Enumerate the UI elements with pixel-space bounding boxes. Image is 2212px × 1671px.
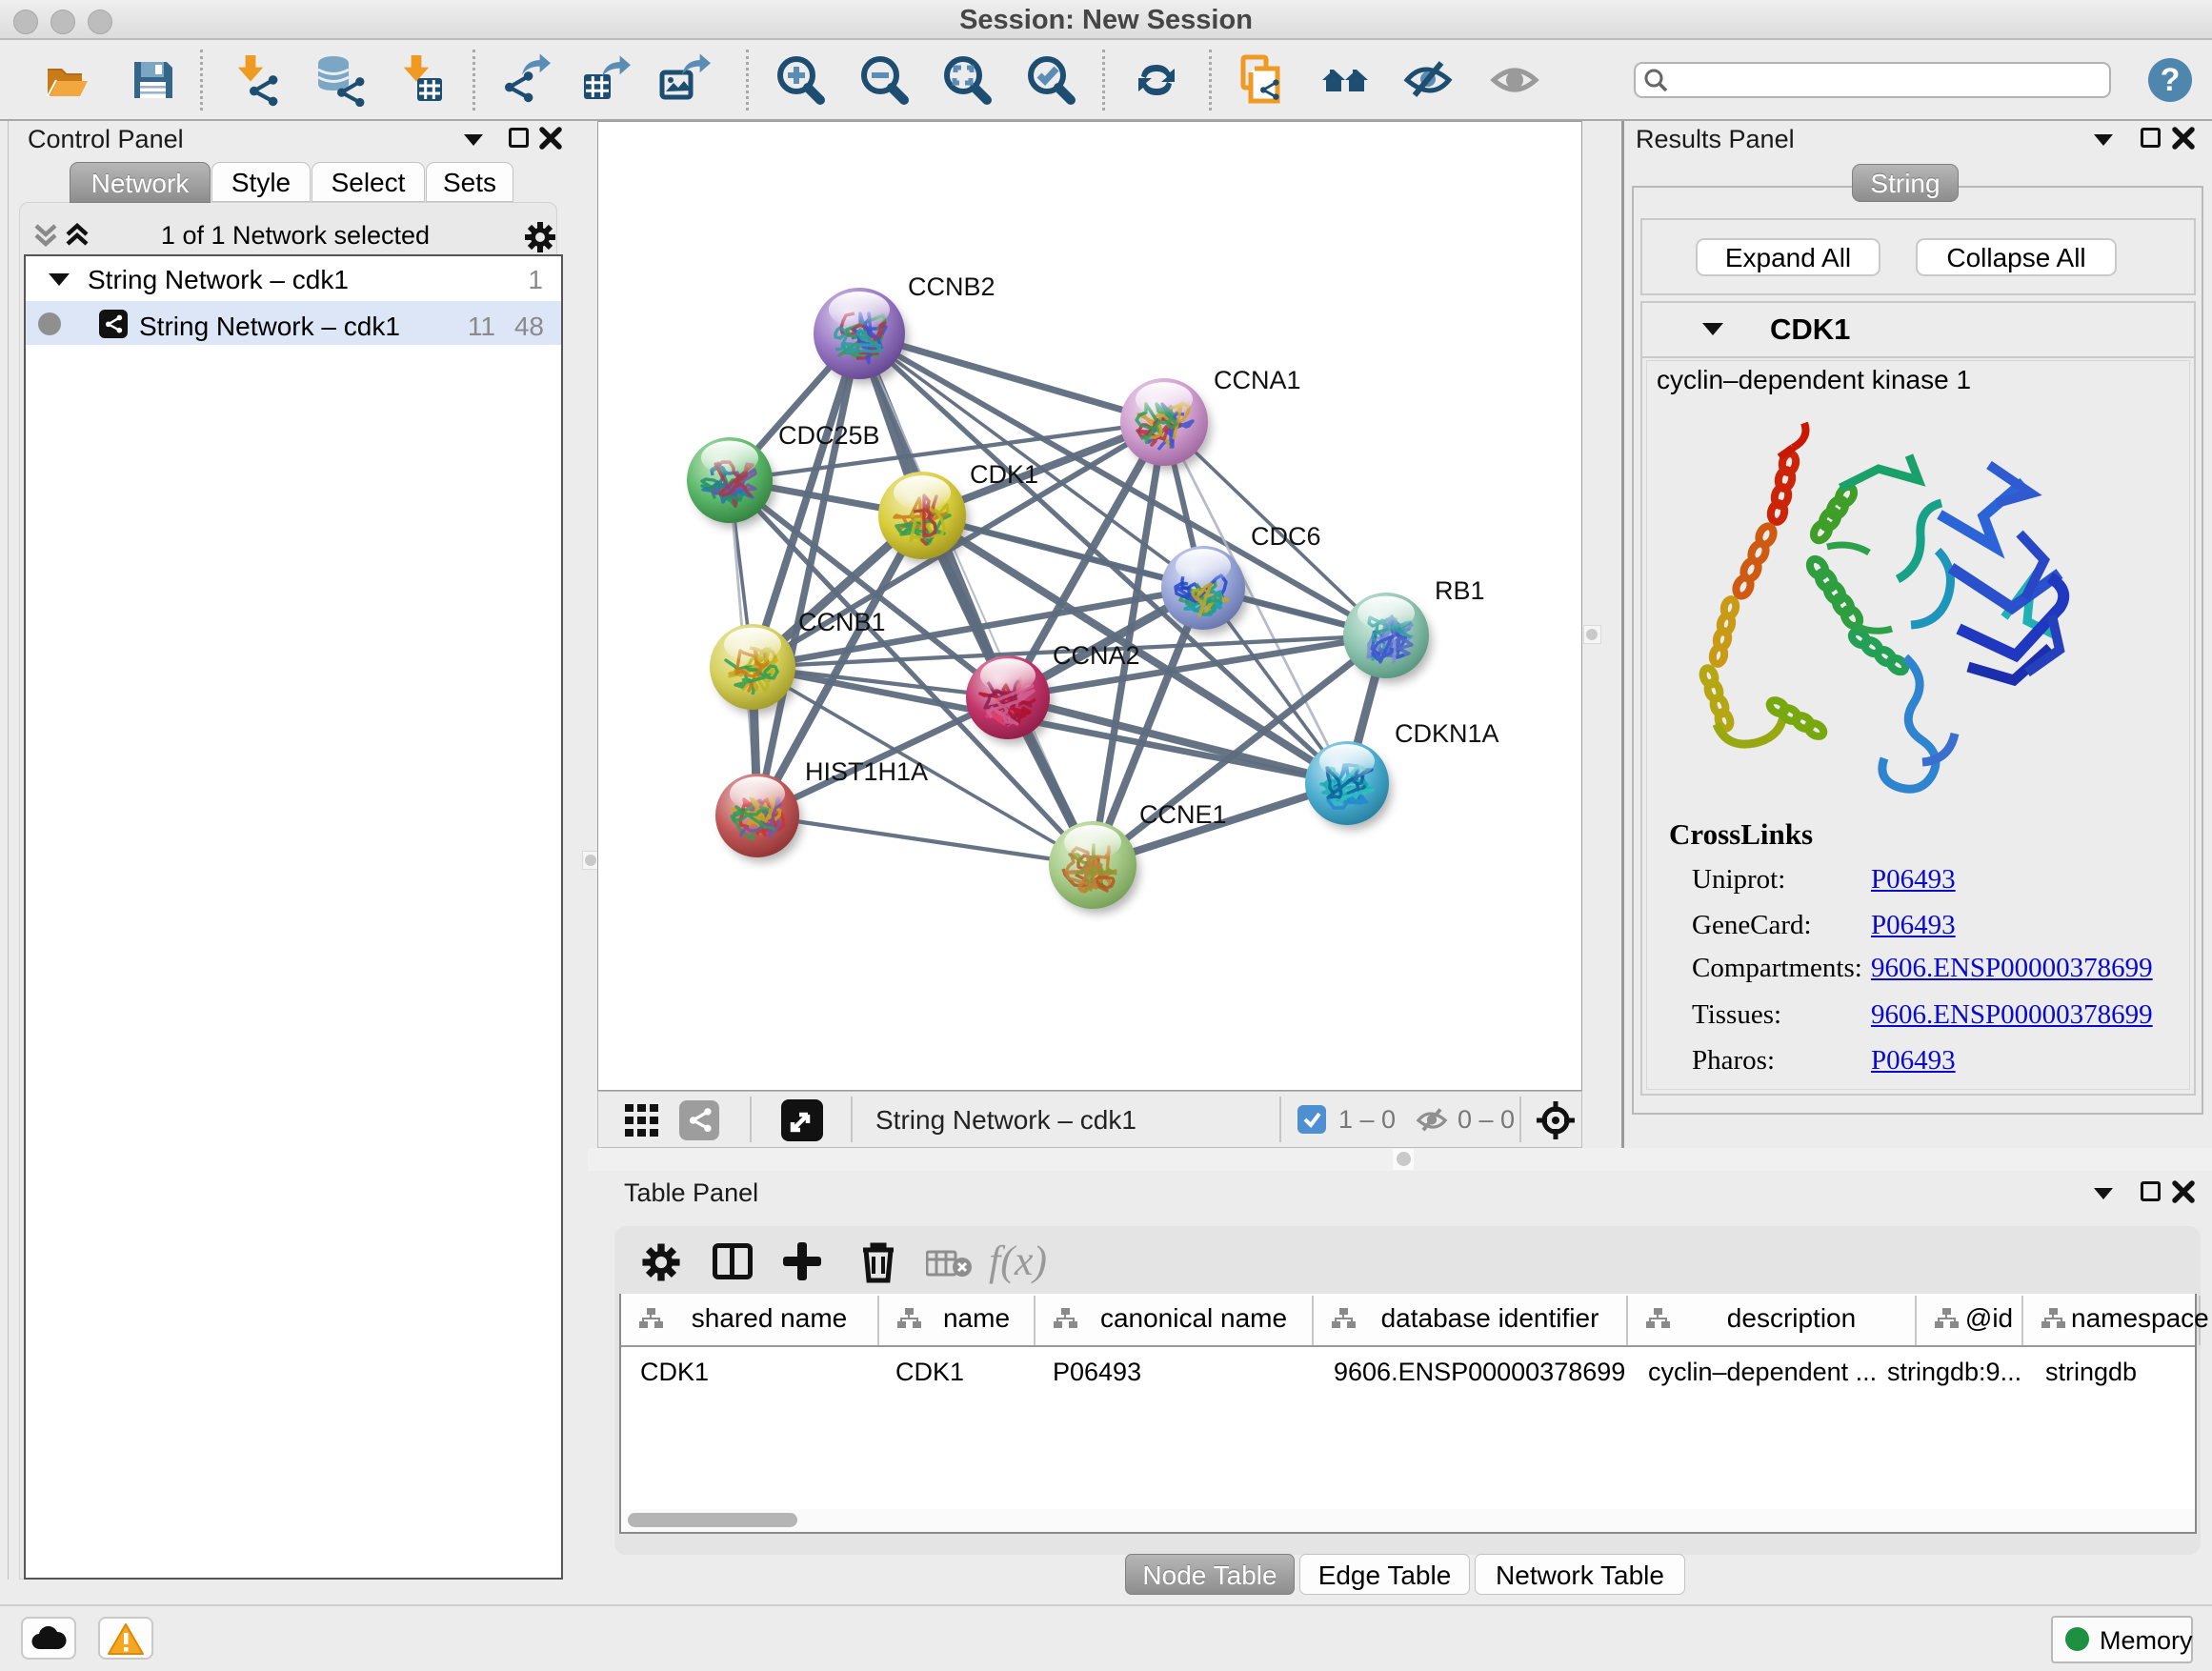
svg-text:CDK1: CDK1 [970,460,1038,489]
svg-text:CDKN1A: CDKN1A [1395,719,1499,748]
svg-text:CDC25B: CDC25B [778,421,880,450]
svg-text:CCNB1: CCNB1 [798,608,886,636]
svg-text:RB1: RB1 [1435,576,1485,605]
svg-text:CCNA1: CCNA1 [1214,366,1301,394]
svg-text:CCNE1: CCNE1 [1139,800,1227,829]
svg-text:CDC6: CDC6 [1251,522,1321,551]
svg-text:CCNA2: CCNA2 [1053,641,1140,670]
svg-text:HIST1H1A: HIST1H1A [805,757,928,786]
svg-text:CCNB2: CCNB2 [908,272,995,301]
